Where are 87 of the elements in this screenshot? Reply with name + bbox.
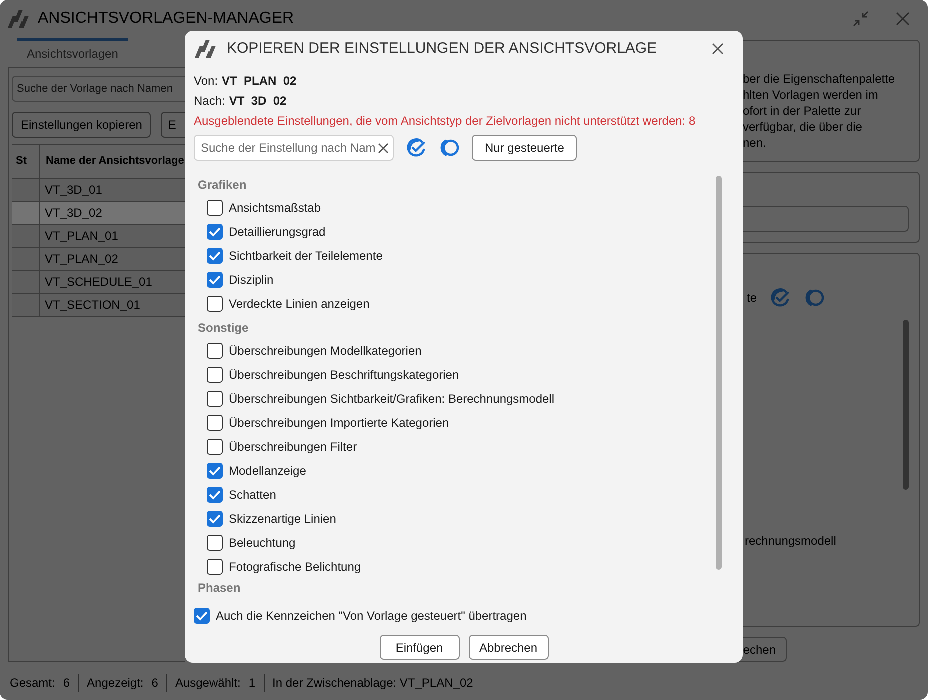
table-row[interactable]: VT_3D_01 xyxy=(12,179,185,202)
setting-label: Sichtbarkeit der Teilelemente xyxy=(229,248,383,265)
dialog-title: KOPIEREN DER EINSTELLUNGEN DER ANSICHTSVORLAGE xyxy=(227,38,658,59)
to-value: VT_3D_02 xyxy=(229,93,287,110)
from-value: VT_PLAN_02 xyxy=(222,73,297,90)
table-row[interactable]: VT_SECTION_01 xyxy=(12,294,185,317)
checkbox[interactable] xyxy=(207,343,223,359)
description-text: verfügbar, die über die xyxy=(743,119,864,135)
clear-icon[interactable] xyxy=(378,142,389,154)
status-value: 1 xyxy=(248,675,256,692)
status-label: In der Zwischenablage: VT_PLAN_02 xyxy=(272,675,474,692)
from-label: Von: xyxy=(194,73,218,90)
setting-label: Überschreibungen Importierte Kategorien xyxy=(229,415,450,432)
filter-button[interactable]: Nur gesteuerte xyxy=(472,135,578,161)
table-cell-text: VT_3D_02 xyxy=(44,205,102,222)
checkbox[interactable] xyxy=(207,415,223,431)
checkbox[interactable] xyxy=(207,535,223,551)
table-cell-text: VT_3D_01 xyxy=(44,182,102,199)
cancel-button[interactable]: Abbrechen xyxy=(468,635,548,660)
setting-label: Überschreibungen Filter xyxy=(229,439,358,456)
checkbox[interactable] xyxy=(207,224,223,240)
table-row[interactable]: VT_PLAN_01 xyxy=(12,225,185,248)
transfer-flag-label: Auch die Kennzeichen "Von Vorlage gesteuert" übertragen xyxy=(216,608,527,625)
setting-text: rechnungsmodell xyxy=(744,533,838,550)
checkbox[interactable] xyxy=(207,367,223,383)
setting-label: Beleuchtung xyxy=(229,535,296,552)
search-field[interactable]: Suche der Einstellung nach Nam xyxy=(194,135,394,161)
column-header[interactable]: Name der Ansichtsvorlage xyxy=(40,153,184,170)
column-header[interactable]: St xyxy=(12,145,40,178)
checkbox[interactable] xyxy=(207,559,223,575)
setting-label: Skizzenartige Linien xyxy=(229,511,336,528)
logo-icon xyxy=(8,10,30,28)
checkbox[interactable] xyxy=(207,248,223,264)
collapse-icon[interactable] xyxy=(852,10,870,28)
to-label: Nach: xyxy=(194,93,226,110)
setting-label: Überschreibungen Beschriftungskategorien xyxy=(229,367,460,384)
status-value: 6 xyxy=(63,675,70,692)
checkbox[interactable] xyxy=(207,439,223,455)
search-field[interactable]: Suche der Vorlage nach Namen xyxy=(12,76,185,102)
setting-label: Ansichtsmaßstab xyxy=(229,200,322,217)
table-row[interactable]: VT_PLAN_02 xyxy=(12,248,185,271)
description-text: ofort in der Palette zur xyxy=(743,103,862,119)
status-label: Ausgewählt: xyxy=(175,675,241,692)
logo-icon xyxy=(195,40,217,58)
checkbox[interactable] xyxy=(207,487,223,503)
window-title: ANSICHTSVORLAGEN-MANAGER xyxy=(38,9,294,29)
checkbox[interactable] xyxy=(207,296,223,312)
checkbox[interactable] xyxy=(207,391,223,407)
status-label: Angezeigt: xyxy=(87,675,144,692)
description-text: ber die Eigenschaftenpalette xyxy=(743,71,896,87)
setting-label: Fotografische Belichtung xyxy=(229,559,362,576)
search-placeholder: Suche der Einstellung nach Nam xyxy=(201,140,377,157)
tab[interactable]: Ansichtsvorlagen xyxy=(17,38,128,67)
table-cell-text: VT_SECTION_01 xyxy=(44,297,140,314)
table-cell-text: VT_PLAN_02 xyxy=(44,251,118,268)
checkbox[interactable] xyxy=(194,608,210,624)
checkbox[interactable] xyxy=(207,272,223,288)
table-cell-text: VT_SCHEDULE_01 xyxy=(44,274,152,291)
scrollbar-thumb[interactable] xyxy=(716,176,722,570)
setting-label: Disziplin xyxy=(229,272,274,289)
checkbox[interactable] xyxy=(207,511,223,527)
table-cell-text: VT_PLAN_01 xyxy=(44,228,118,245)
description-text: nen. xyxy=(743,135,768,151)
setting-label: Schatten xyxy=(229,487,276,504)
checkbox[interactable] xyxy=(207,463,223,479)
section-title: Phasen xyxy=(197,580,242,597)
description-text: hlten Vorlagen werden im xyxy=(743,87,880,103)
close-icon[interactable] xyxy=(712,43,724,55)
table-row[interactable]: VT_3D_02 xyxy=(12,202,185,225)
label-text: te xyxy=(747,290,758,307)
scrollbar-thumb[interactable] xyxy=(903,320,909,490)
setting-label: Verdeckte Linien anzeigen xyxy=(229,296,370,313)
setting-label: Modellanzeige xyxy=(229,463,306,480)
copy-settings-button[interactable]: Einstellungen kopieren xyxy=(12,112,152,138)
table-row[interactable]: VT_SCHEDULE_01 xyxy=(12,271,185,294)
setting-label: Detaillierungsgrad xyxy=(229,224,326,241)
warning-text: Ausgeblendete Einstellungen, die vom Ansichtstyp der Zielvorlagen nicht unterstützt werden: 8 xyxy=(194,113,697,130)
group-title: Grafiken xyxy=(197,177,248,194)
deselect-all-icon[interactable] xyxy=(438,138,460,158)
setting-label: Überschreibungen Modellkategorien xyxy=(229,343,422,360)
group-title: Sonstige xyxy=(197,320,250,337)
status-label: Gesamt: xyxy=(10,675,56,692)
setting-label: Überschreibungen Sichtbarkeit/Grafiken: Berechnungsmodell xyxy=(229,391,555,408)
checkbox[interactable] xyxy=(207,200,223,216)
select-all-icon[interactable] xyxy=(405,138,427,158)
insert-button[interactable]: Einfügen xyxy=(380,635,460,660)
status-value: 6 xyxy=(152,675,158,692)
